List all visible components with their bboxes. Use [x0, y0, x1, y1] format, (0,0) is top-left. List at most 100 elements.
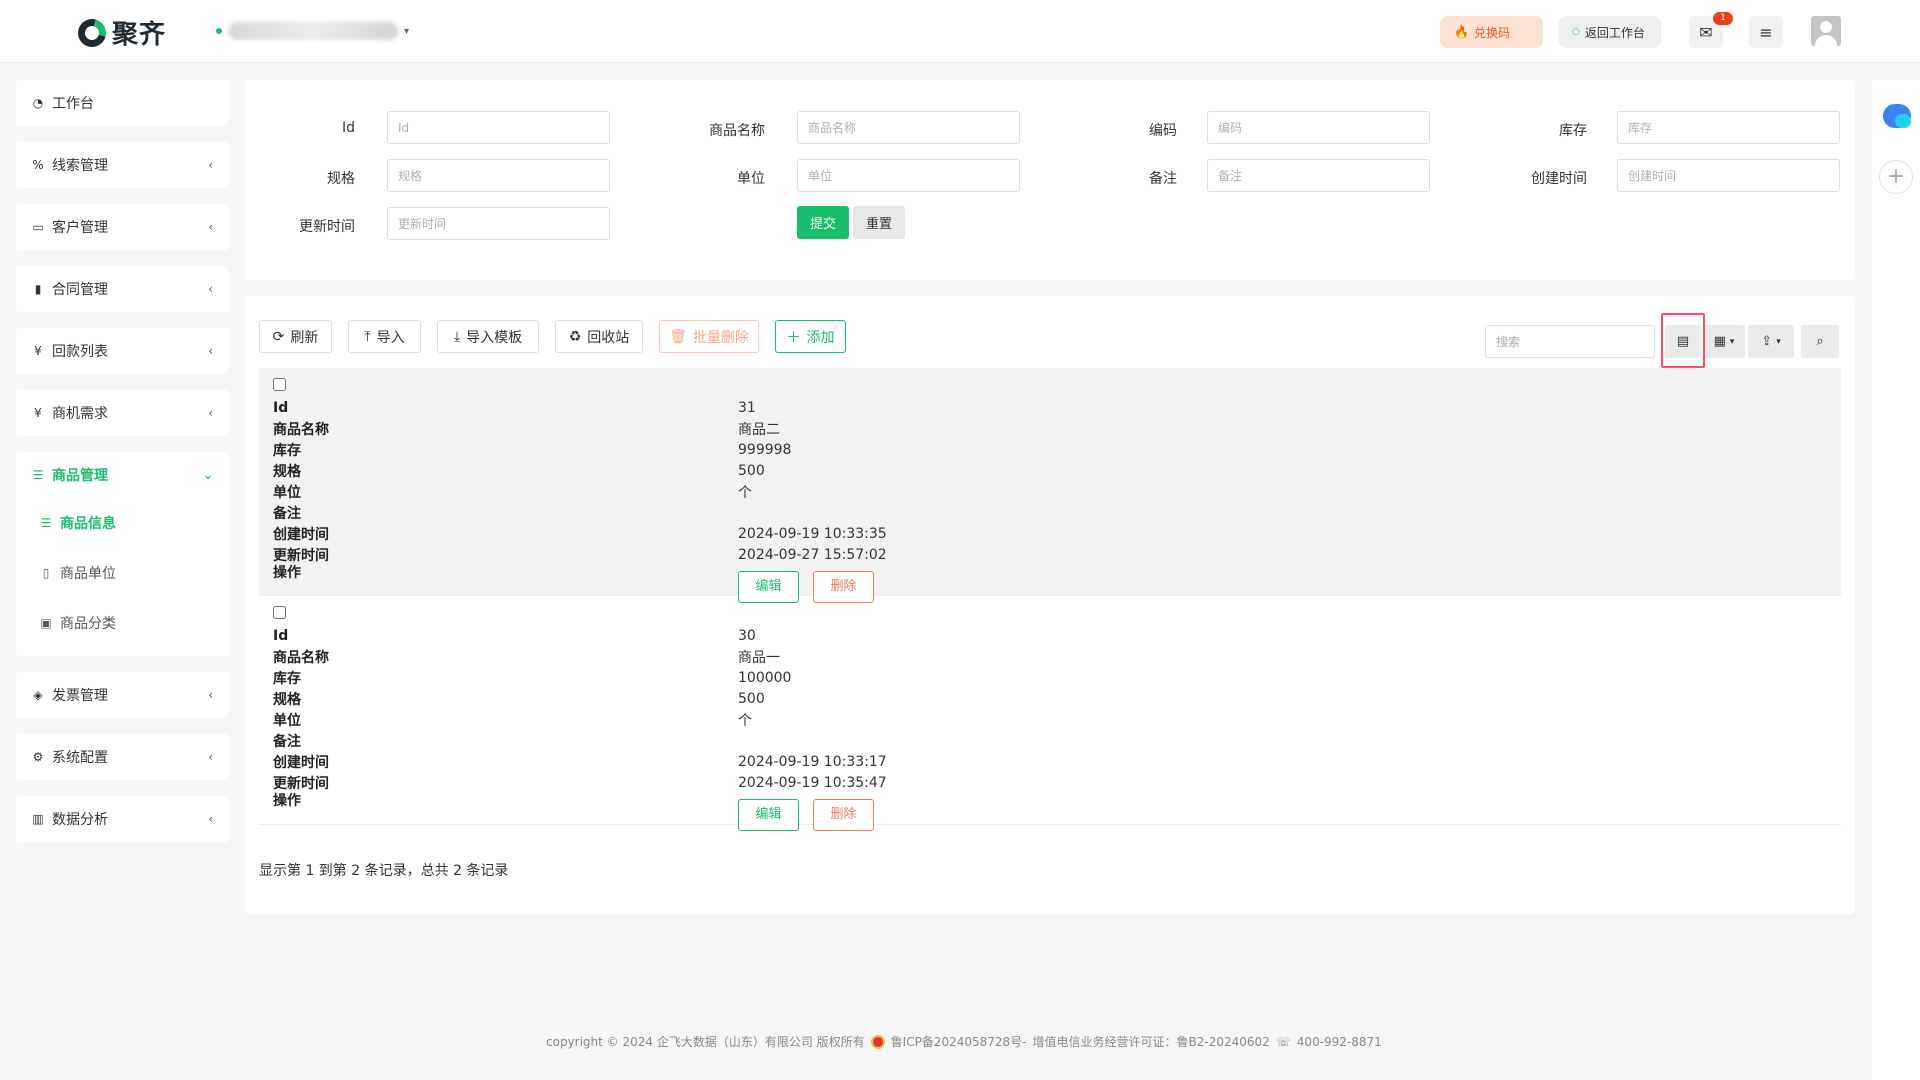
highlight-annotation [1661, 313, 1705, 368]
field-label-created: 创建时间 [1531, 171, 1587, 187]
sidebar-item-label: 合同管理 [52, 282, 108, 298]
field-value: 2024-09-19 10:35:47 [738, 774, 887, 791]
row-actions: 编辑 删除 [738, 799, 1920, 831]
sidebar-item-customers[interactable]: ▭ 客户管理 ‹ [16, 204, 229, 250]
plus-icon: ＋ [786, 329, 801, 346]
redeem-code-button[interactable]: 🔥 兑换码 [1440, 16, 1543, 48]
sidebar-item-payments[interactable]: ¥ 回款列表 ‹ [16, 328, 229, 374]
field-value: 2024-09-19 10:33:17 [738, 753, 887, 770]
field-value: 商品一 [738, 649, 780, 666]
stock-input[interactable] [1617, 111, 1840, 144]
export-dropdown-button[interactable]: ⇪ ▾ [1748, 325, 1794, 358]
add-button[interactable]: ＋ 添加 [775, 320, 846, 353]
updated-time-input[interactable] [387, 207, 610, 240]
bookmark-icon: ▮ [34, 282, 42, 296]
id-input[interactable] [387, 111, 610, 144]
sidebar-item-leads[interactable]: % 线索管理 ‹ [16, 142, 229, 188]
unit-input[interactable] [797, 159, 1020, 192]
sidebar-item-label: 客户管理 [52, 220, 108, 236]
sidebar-subitem-product-unit[interactable]: ▯ 商品单位 [16, 548, 229, 598]
field-row: 库存 100000 [273, 667, 1841, 688]
field-label-name: 商品名称 [709, 123, 765, 139]
reset-button[interactable]: 重置 [853, 206, 905, 239]
field-row: 单位 个 [273, 481, 1841, 502]
field-value: 999998 [738, 441, 792, 458]
phone-text: 400-992-8871 [1296, 1034, 1382, 1049]
field-label-code: 编码 [1149, 123, 1177, 139]
columns-dropdown-button[interactable]: ▦ ▾ [1703, 325, 1745, 358]
field-key: 商品名称 [273, 649, 329, 666]
field-row: 备注 [273, 502, 1841, 523]
id-card-icon: ▭ [32, 220, 44, 234]
add-label: 添加 [806, 329, 835, 346]
field-value: 2024-09-27 15:57:02 [738, 546, 887, 563]
code-input[interactable] [1207, 111, 1430, 144]
sidebar-item-workbench[interactable]: ◔ 工作台 [16, 80, 229, 126]
field-value: 商品二 [738, 421, 780, 438]
status-dot-icon [216, 28, 222, 34]
recycle-bin-button[interactable]: ♻ 回收站 [555, 320, 643, 353]
redeem-code-label: 兑换码 [1473, 25, 1510, 40]
app-logo[interactable]: 聚齐 [72, 13, 166, 52]
remark-input[interactable] [1207, 159, 1430, 192]
chevron-left-icon: ‹ [208, 750, 213, 764]
spec-input[interactable] [387, 159, 610, 192]
field-label-id: Id [341, 120, 355, 136]
import-template-button[interactable]: ⤓ 导入模板 [437, 320, 539, 353]
table-search-input[interactable] [1485, 325, 1655, 358]
field-row: Id 31 [273, 397, 1841, 418]
user-avatar[interactable] [1811, 16, 1841, 46]
advanced-search-button[interactable]: ⌕ [1801, 325, 1839, 358]
chevron-down-icon: ⌄ [202, 468, 213, 482]
field-key: 库存 [273, 670, 301, 687]
batch-delete-button[interactable]: 🗑 批量删除 [659, 320, 759, 353]
grid-icon: ▦ [1713, 334, 1726, 349]
sidebar-group-products: ☰ 商品管理 ⌄ ☰ 商品信息 ▯ 商品单位 ▣ 商品分类 [16, 452, 229, 656]
field-value: 2024-09-19 10:33:35 [738, 525, 887, 542]
submit-button[interactable]: 提交 [797, 206, 849, 239]
name-input[interactable] [797, 111, 1020, 144]
field-row: 创建时间 2024-09-19 10:33:17 [273, 751, 1841, 772]
field-value: 30 [738, 627, 756, 644]
field-key: Id [273, 399, 289, 416]
sidebar-item-opportunities[interactable]: ¥ 商机需求 ‹ [16, 390, 229, 436]
chevron-left-icon: ‹ [208, 406, 213, 420]
sidebar-item-system-config[interactable]: ⚙ 系统配置 ‹ [16, 734, 229, 780]
sidebar-item-contracts[interactable]: ▮ 合同管理 ‹ [16, 266, 229, 312]
sidebar-item-invoices[interactable]: ◈ 发票管理 ‹ [16, 672, 229, 718]
plus-icon[interactable]: + [1879, 160, 1913, 194]
sidebar-item-products[interactable]: ☰ 商品管理 ⌄ [16, 452, 229, 498]
list-icon: ☰ [40, 516, 52, 530]
refresh-button[interactable]: ⟳ 刷新 [259, 320, 332, 353]
sidebar-item-label: 工作台 [52, 96, 94, 112]
menu-button[interactable]: ≡ [1749, 16, 1783, 48]
field-key: 备注 [273, 733, 301, 750]
tablet-icon: ▯ [42, 566, 50, 580]
sidebar-subitem-product-category[interactable]: ▣ 商品分类 [16, 598, 229, 648]
search-icon: ⌕ [1816, 334, 1824, 349]
page-footer: copyright © 2024 企飞大数据（山东）有限公司 版权所有 鲁ICP… [546, 1033, 1382, 1050]
chevron-left-icon: ‹ [208, 688, 213, 702]
caret-down-icon: ▾ [404, 25, 410, 37]
police-badge-icon [870, 1034, 885, 1049]
field-row: 备注 [273, 730, 1841, 751]
sidebar-item-label: 系统配置 [52, 750, 108, 766]
top-header: 聚齐 ▾ 🔥 兑换码 ○ 返回工作台 ✉ 1 ≡ [0, 0, 1920, 63]
sidebar-item-analytics[interactable]: ▥ 数据分析 ‹ [16, 796, 229, 842]
search-form-card: Id 商品名称 编码 库存 规格 单位 备注 创建时间 更新时间 提交 重置 [245, 80, 1855, 280]
license-text: 增值电信业务经营许可证：鲁B2-20240602 [1032, 1035, 1270, 1049]
edit-button[interactable]: 编辑 [738, 799, 799, 831]
back-to-workbench-button[interactable]: ○ 返回工作台 [1558, 16, 1661, 48]
row-checkbox[interactable] [273, 378, 286, 391]
sidebar-subitem-product-info[interactable]: ☰ 商品信息 [16, 498, 229, 548]
icp-link[interactable]: 鲁ICP备2024058728号- [891, 1033, 1027, 1050]
pagination-summary: 显示第 1 到第 2 条记录，总共 2 条记录 [259, 863, 509, 879]
created-time-input[interactable] [1617, 159, 1840, 192]
row-checkbox[interactable] [273, 606, 286, 619]
field-value: 500 [738, 462, 765, 479]
tenant-selector[interactable]: ▾ [216, 22, 409, 40]
chat-bot-icon[interactable] [1883, 104, 1911, 128]
delete-button[interactable]: 删除 [813, 799, 874, 831]
import-button[interactable]: ⤒ 导入 [348, 320, 421, 353]
chevron-left-icon: ‹ [208, 282, 213, 296]
